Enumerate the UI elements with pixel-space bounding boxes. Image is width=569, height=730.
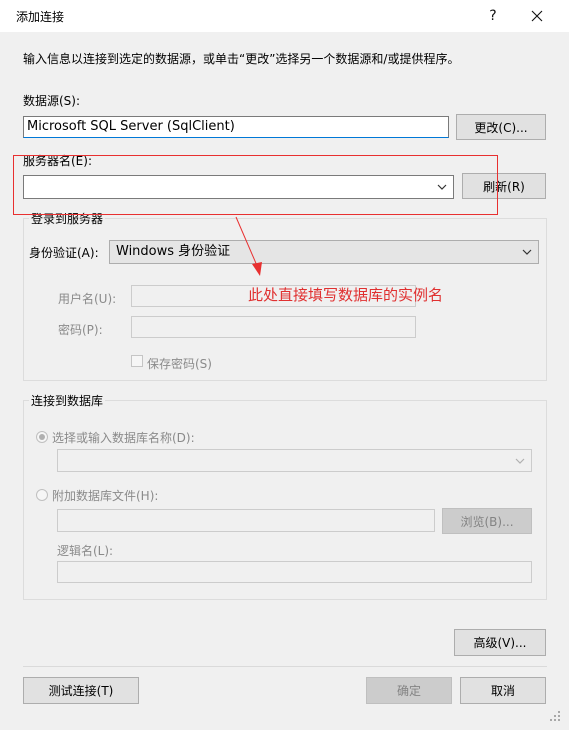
cancel-button[interactable]: 取消 [460, 677, 546, 704]
server-name-combo[interactable] [23, 175, 454, 199]
add-connection-dialog: 添加连接 ? 输入信息以连接到选定的数据源，或单击“更改”选择另一个数据源和/或… [0, 0, 569, 730]
datasource-field[interactable]: Microsoft SQL Server (SqlClient) [23, 116, 449, 138]
help-button[interactable]: ? [470, 0, 516, 32]
annotation-text: 此处直接填写数据库的实例名 [248, 286, 444, 304]
select-db-radio[interactable] [36, 431, 48, 443]
logical-name-label: 逻辑名(L): [57, 544, 114, 558]
password-input[interactable] [131, 316, 416, 338]
datasource-label: 数据源(S): [23, 94, 81, 108]
database-group-title: 连接到数据库 [29, 392, 106, 409]
attach-file-label: 附加数据库文件(H): [52, 489, 159, 503]
select-db-label: 选择或输入数据库名称(D): [52, 431, 195, 445]
login-group-title: 登录到服务器 [29, 210, 106, 227]
chevron-down-icon[interactable] [437, 184, 447, 190]
change-button[interactable]: 更改(C)... [456, 114, 546, 140]
refresh-button[interactable]: 刷新(R) [462, 173, 546, 199]
resize-grip-icon[interactable] [549, 710, 561, 722]
logical-name-input[interactable] [57, 561, 532, 583]
attach-file-input[interactable] [57, 509, 435, 532]
test-connection-button[interactable]: 测试连接(T) [23, 677, 139, 704]
auth-combo[interactable]: Windows 身份验证 [109, 240, 539, 264]
close-button[interactable] [514, 0, 560, 32]
server-name-label: 服务器名(E): [23, 154, 92, 168]
chevron-down-icon[interactable] [515, 458, 525, 464]
divider [23, 666, 547, 667]
attach-file-radio[interactable] [36, 489, 48, 501]
advanced-button[interactable]: 高级(V)... [454, 629, 546, 656]
username-label: 用户名(U): [58, 292, 117, 306]
ok-button[interactable]: 确定 [366, 677, 452, 704]
window-title: 添加连接 [16, 10, 65, 24]
save-password-checkbox[interactable] [131, 355, 143, 367]
title-bar: 添加连接 ? [0, 0, 569, 32]
password-label: 密码(P): [58, 323, 103, 337]
close-icon [531, 10, 543, 22]
chevron-down-icon[interactable] [522, 249, 532, 255]
save-password-label: 保存密码(S) [147, 357, 212, 371]
intro-text: 输入信息以连接到选定的数据源，或单击“更改”选择另一个数据源和/或提供程序。 [23, 52, 460, 66]
auth-label: 身份验证(A): [29, 246, 99, 260]
browse-button[interactable]: 浏览(B)... [442, 508, 532, 534]
database-name-combo[interactable] [57, 449, 532, 472]
auth-value[interactable]: Windows 身份验证 [116, 244, 230, 259]
